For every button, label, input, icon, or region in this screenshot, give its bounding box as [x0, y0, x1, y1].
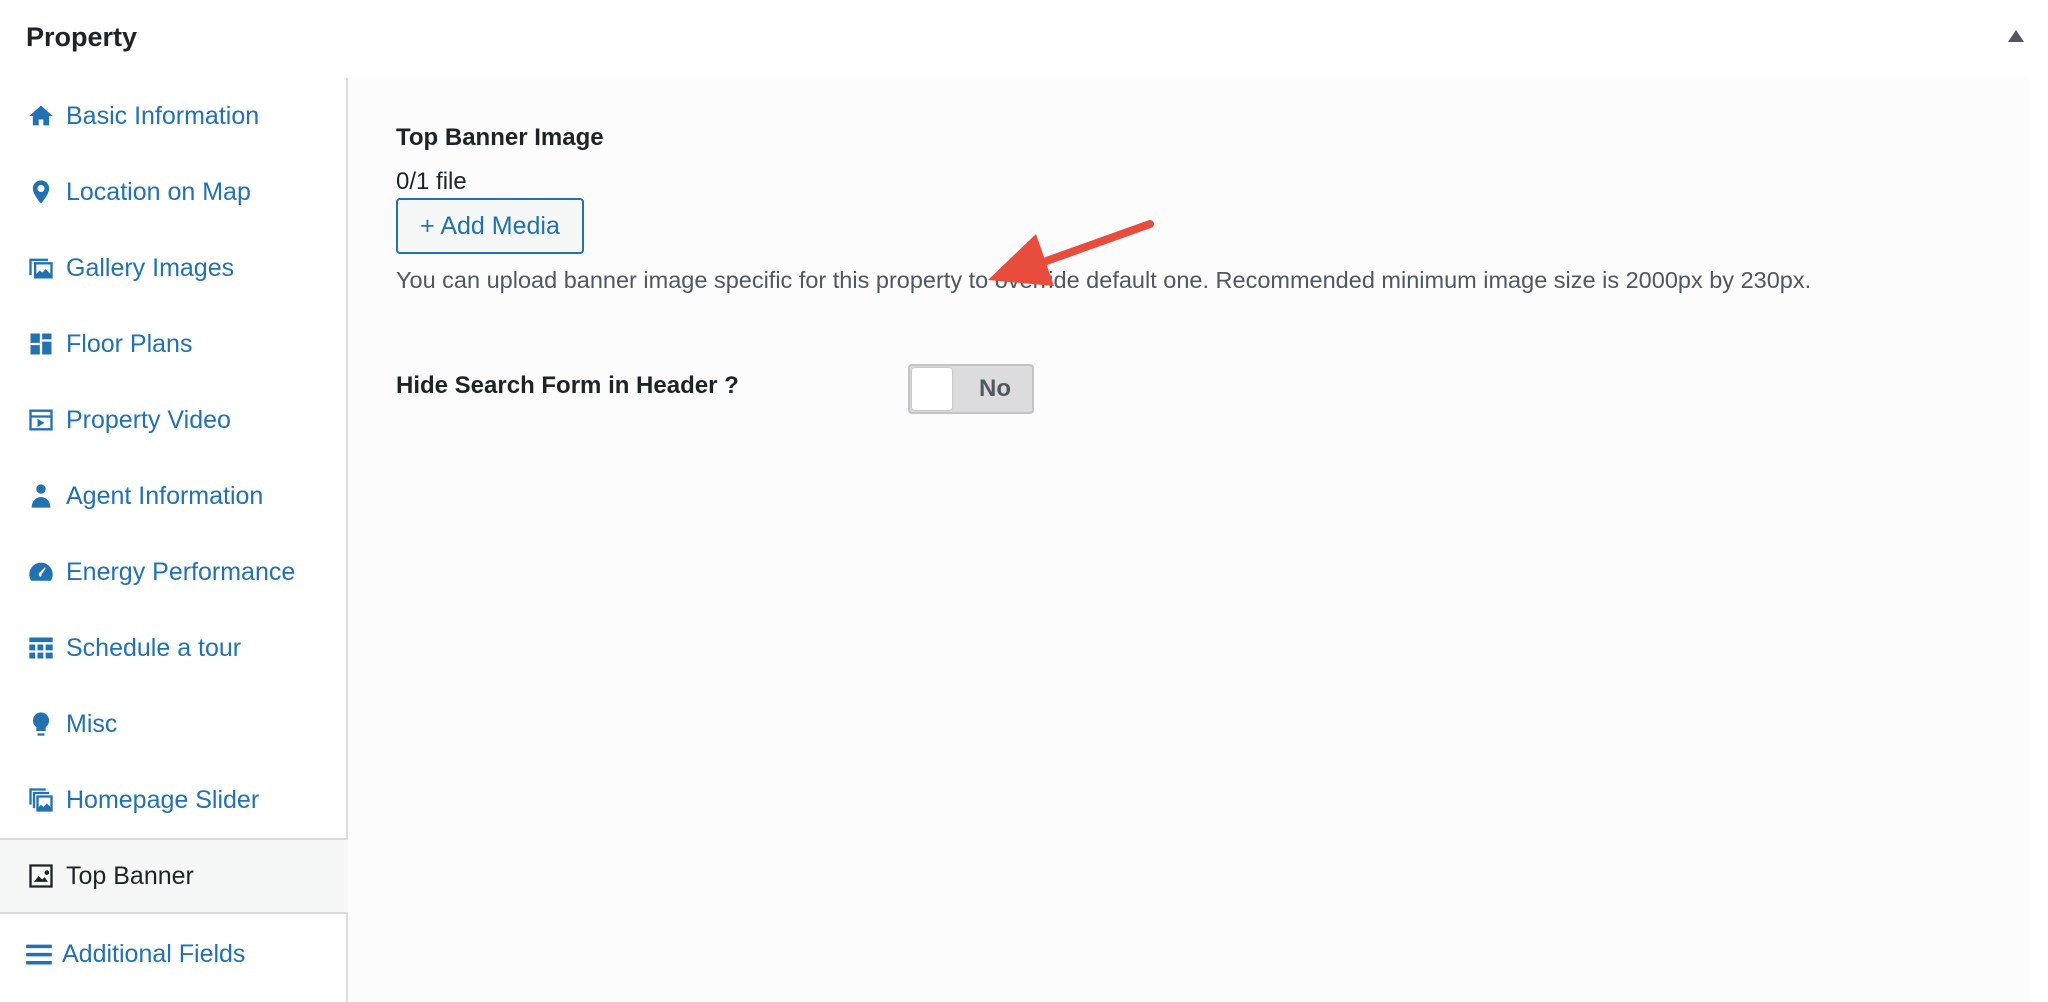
sidebar-item-additional-fields[interactable]: Additional Fields — [0, 916, 346, 992]
sidebar-item-label: Homepage Slider — [66, 785, 260, 814]
sidebar-item-gallery-images[interactable]: Gallery Images — [0, 230, 346, 306]
file-count: 0/1 file — [396, 168, 467, 195]
lightbulb-icon — [26, 709, 56, 739]
sidebar-item-label: Top Banner — [66, 861, 194, 890]
sidebar-item-label: Misc — [66, 709, 118, 738]
sidebar-item-misc[interactable]: Misc — [0, 686, 346, 762]
gauge-icon — [26, 557, 56, 587]
menu-lines-icon — [24, 939, 54, 969]
triangle-up-icon — [2008, 30, 2024, 42]
sidebar-item-label: Location on Map — [66, 177, 251, 206]
sidebar-item-schedule-a-tour[interactable]: Schedule a tour — [0, 610, 346, 686]
floor-plan-icon — [26, 329, 56, 359]
sidebar-item-location-on-map[interactable]: Location on Map — [0, 154, 346, 230]
sidebar-item-top-banner[interactable]: Top Banner — [0, 838, 350, 914]
top-banner-panel: Top Banner Image 0/1 file + Add Media Yo… — [348, 78, 2030, 1002]
sidebar-item-energy-performance[interactable]: Energy Performance — [0, 534, 346, 610]
image-icon — [26, 861, 56, 891]
sidebar-item-label: Property Video — [66, 405, 231, 434]
calendar-grid-icon — [26, 633, 56, 663]
sidebar-item-label: Schedule a tour — [66, 633, 242, 662]
toggle-state-text: No — [979, 375, 1011, 402]
sidebar-item-label: Basic Information — [66, 101, 260, 130]
home-icon — [26, 101, 56, 131]
video-icon — [26, 405, 56, 435]
sidebar-item-homepage-slider[interactable]: Homepage Slider — [0, 762, 346, 838]
sidebar: Basic Information Location on Map Galler… — [0, 78, 350, 1002]
sidebar-item-label: Gallery Images — [66, 253, 235, 282]
panel-header: Property — [0, 0, 2048, 76]
sidebar-item-label: Agent Information — [66, 481, 264, 510]
sidebar-item-property-video[interactable]: Property Video — [0, 382, 346, 458]
sidebar-item-agent-information[interactable]: Agent Information — [0, 458, 346, 534]
panel-title: Property — [26, 22, 138, 52]
sidebar-item-label: Floor Plans — [66, 329, 193, 358]
gallery-icon — [26, 253, 56, 283]
map-pin-icon — [26, 177, 56, 207]
hide-search-form-toggle[interactable]: No — [908, 364, 1034, 414]
field-description: You can upload banner image specific for… — [396, 267, 1812, 293]
toggle-knob — [912, 368, 952, 410]
hide-search-form-label: Hide Search Form in Header ? — [396, 372, 739, 399]
collapse-toggle[interactable] — [2006, 26, 2026, 46]
sidebar-item-floor-plans[interactable]: Floor Plans — [0, 306, 346, 382]
sidebar-item-basic-information[interactable]: Basic Information — [0, 78, 346, 154]
sidebar-item-label: Additional Fields — [62, 939, 246, 968]
slider-icon — [26, 785, 56, 815]
field-title: Top Banner Image — [396, 124, 604, 151]
agent-icon — [26, 481, 56, 511]
sidebar-item-label: Energy Performance — [66, 557, 296, 586]
add-media-button[interactable]: + Add Media — [396, 198, 584, 254]
